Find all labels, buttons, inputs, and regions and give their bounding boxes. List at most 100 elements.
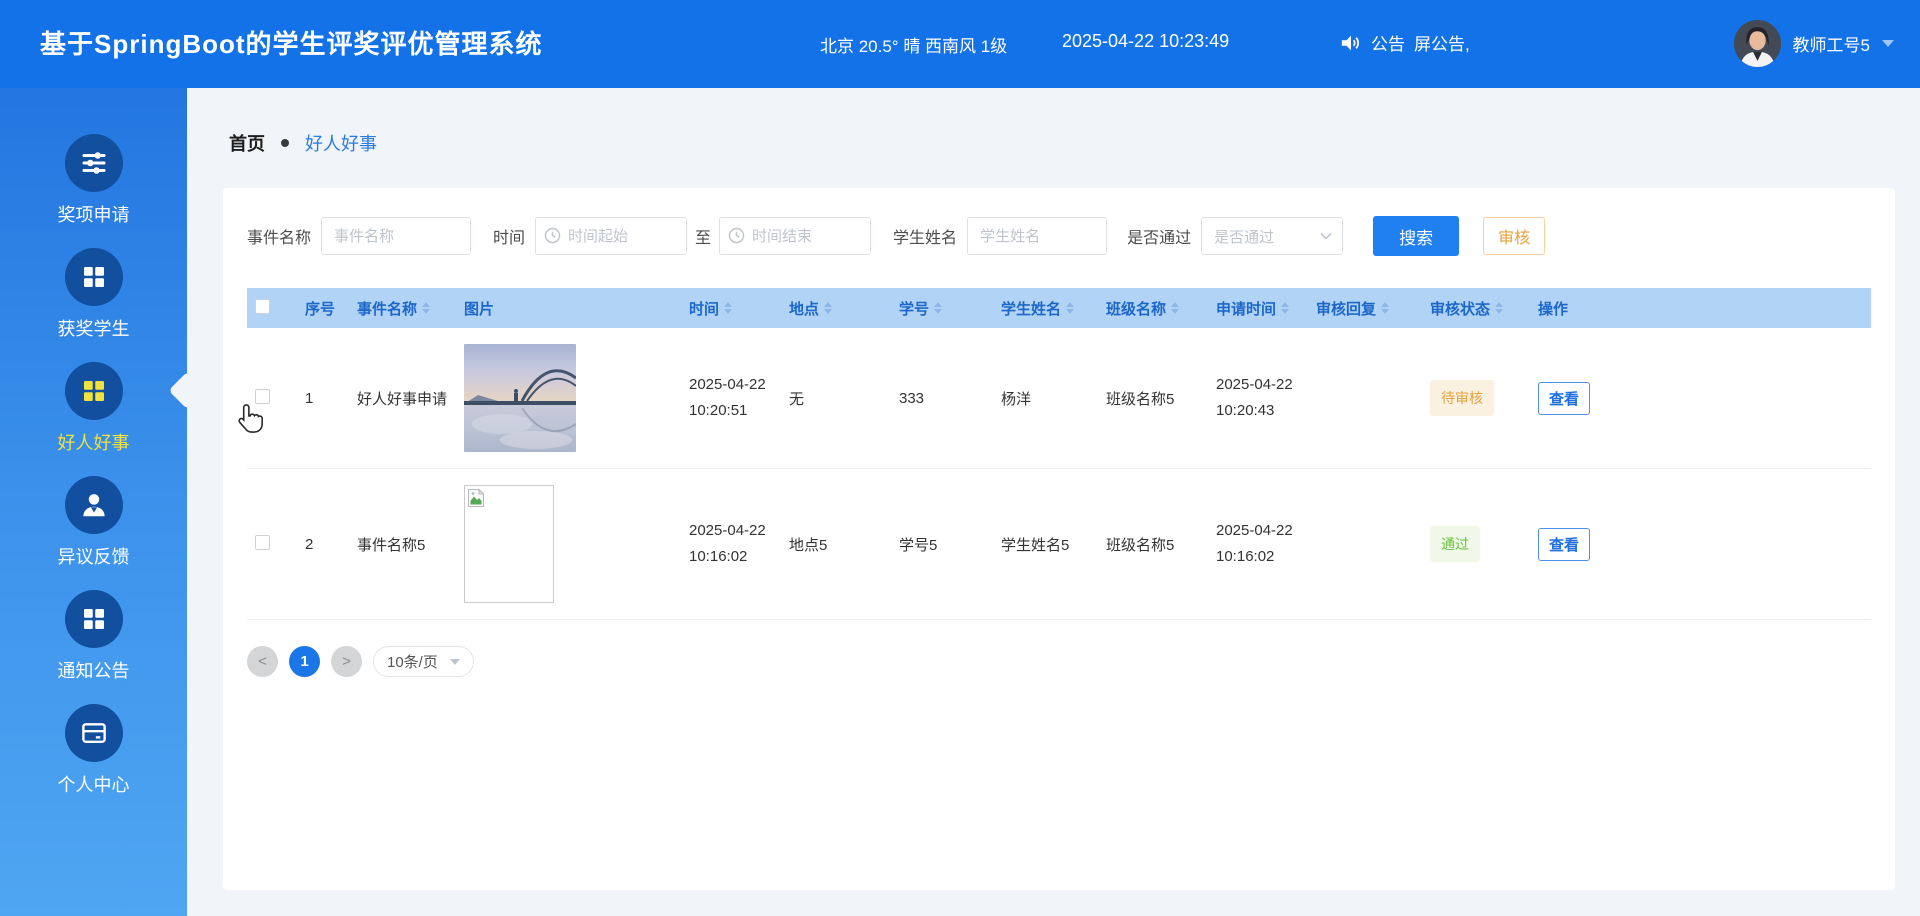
- cell-event-name: 事件名称5: [349, 468, 456, 620]
- select-all-header: [247, 288, 297, 328]
- table-row: 1 好人好事申请 2025-04-22 10:20:51 无 333 杨洋 班级名称5 202…: [247, 328, 1871, 469]
- pagination: < 1 > 10条/页: [247, 646, 1895, 677]
- column-label: 事件名称: [357, 300, 418, 318]
- column-header-location[interactable]: 地点: [781, 288, 891, 328]
- sidebar-item-label: 好人好事: [57, 433, 130, 453]
- user-icon: [64, 476, 123, 534]
- sort-carets-icon[interactable]: [1381, 298, 1390, 318]
- sidebar-item-个人中心[interactable]: 个人中心: [0, 704, 187, 797]
- grid-icon: [64, 248, 123, 306]
- sort-carets-icon[interactable]: [724, 298, 733, 318]
- announce-label: 公告: [1371, 35, 1405, 54]
- page-size-select[interactable]: 10条/页: [373, 646, 474, 677]
- grid-icon: [64, 590, 123, 648]
- sidebar-item-获奖学生[interactable]: 获奖学生: [0, 248, 187, 341]
- sidebar-item-label: 奖项申请: [57, 205, 130, 225]
- sort-carets-icon[interactable]: [1495, 298, 1504, 318]
- row-checkbox[interactable]: [255, 534, 270, 550]
- cell-student-no: 333: [891, 328, 993, 469]
- review-button[interactable]: 审核: [1483, 217, 1546, 255]
- view-button[interactable]: 查看: [1538, 527, 1590, 561]
- avatar[interactable]: [1733, 20, 1781, 67]
- cell-class-name: 班级名称5: [1098, 328, 1208, 469]
- cell-location: 无: [781, 328, 891, 469]
- chevron-down-icon: [1320, 232, 1332, 240]
- prev-page-button[interactable]: <: [247, 646, 278, 677]
- sort-carets-icon[interactable]: [1281, 298, 1290, 318]
- cell-event-name: 好人好事申请: [349, 328, 456, 469]
- cell-review-reply: [1308, 328, 1422, 469]
- cell-index: 2: [297, 468, 349, 620]
- row-checkbox[interactable]: [255, 388, 270, 404]
- table-header-row: 序号 事件名称 图片 时间 地点 学号 学生姓名 班级名称 申请时间 审核回复 审核状态 操作: [247, 288, 1871, 328]
- column-label: 申请时间: [1216, 300, 1277, 318]
- sidebar-item-异议反馈[interactable]: 异议反馈: [0, 476, 187, 569]
- cell-time: 2025-04-22 10:20:51: [681, 328, 781, 469]
- next-page-button[interactable]: >: [331, 646, 362, 677]
- weather-info: 北京 20.5° 晴 西南风 1级: [820, 37, 1008, 56]
- page-1-button[interactable]: 1: [289, 646, 320, 677]
- column-label: 审核回复: [1316, 300, 1377, 318]
- breadcrumb-current[interactable]: 好人好事: [305, 130, 377, 156]
- table-body: 1 好人好事申请 2025-04-22 10:20:51 无 333 杨洋 班级名称5 202…: [247, 328, 1871, 620]
- cell-index: 1: [297, 328, 349, 469]
- status-badge: 通过: [1430, 526, 1480, 562]
- top-header: 基于SpringBoot的学生评奖评优管理系统 北京 20.5° 晴 西南风 1…: [0, 0, 1920, 88]
- cell-time: 2025-04-22 10:16:02: [681, 468, 781, 620]
- sort-carets-icon[interactable]: [422, 298, 431, 318]
- column-header-apply-time[interactable]: 申请时间: [1208, 288, 1308, 328]
- username: 教师工号5: [1792, 36, 1870, 55]
- cell-student-no: 学号5: [891, 468, 993, 620]
- speaker-icon: [1341, 35, 1359, 50]
- sort-carets-icon[interactable]: [1171, 298, 1180, 318]
- event-photo[interactable]: [464, 344, 576, 452]
- column-header-event-name[interactable]: 事件名称: [349, 288, 456, 328]
- cell-image: [456, 468, 681, 620]
- column-header-index: 序号: [297, 288, 349, 328]
- sidebar-item-奖项申请[interactable]: 奖项申请: [0, 134, 187, 227]
- sort-carets-icon[interactable]: [1066, 298, 1075, 318]
- student-name-input[interactable]: [967, 217, 1108, 255]
- sidebar-item-好人好事[interactable]: 好人好事: [0, 362, 187, 455]
- app-title: 基于SpringBoot的学生评奖评优管理系统: [40, 29, 543, 59]
- view-button[interactable]: 查看: [1538, 381, 1590, 415]
- broken-image-icon: [468, 488, 485, 507]
- time-label: 时间: [493, 230, 526, 247]
- sidebar-item-label: 异议反馈: [57, 547, 130, 567]
- filter-bar: 事件名称 时间 至 学生姓名 是否通过 是: [223, 188, 1895, 256]
- sidebar-item-label: 个人中心: [57, 775, 130, 795]
- column-header-review-reply[interactable]: 审核回复: [1308, 288, 1422, 328]
- sort-carets-icon[interactable]: [934, 298, 943, 318]
- breadcrumb-home[interactable]: 首页: [229, 130, 265, 156]
- column-header-student-name[interactable]: 学生姓名: [993, 288, 1098, 328]
- table-row: 2 事件名称5 2025-04-22 10:16:02 地点5 学号5 学生姓名5 班级名称…: [247, 468, 1871, 620]
- column-header-student-no[interactable]: 学号: [891, 288, 993, 328]
- column-header-review-status[interactable]: 审核状态: [1422, 288, 1530, 328]
- column-label: 审核状态: [1430, 300, 1491, 318]
- user-menu[interactable]: 教师工号5: [1733, 20, 1894, 67]
- column-label: 操作: [1538, 300, 1569, 318]
- pass-select-placeholder: 是否通过: [1214, 228, 1275, 246]
- grid-icon: [64, 362, 123, 420]
- column-header-action: 操作: [1530, 288, 1871, 328]
- cell-apply-time: 2025-04-22 10:16:02: [1208, 468, 1308, 620]
- status-badge: 待审核: [1430, 380, 1494, 416]
- cell-class-name: 班级名称5: [1098, 468, 1208, 620]
- broken-image-placeholder: [464, 485, 554, 603]
- announce-marquee-text: 屏公告,: [1414, 35, 1470, 54]
- column-header-class-name[interactable]: 班级名称: [1098, 288, 1208, 328]
- column-label: 学生姓名: [1001, 300, 1062, 318]
- event-name-input[interactable]: [321, 217, 472, 255]
- datetime: 2025-04-22 10:23:49: [1062, 31, 1230, 51]
- clock-icon: [728, 227, 745, 244]
- event-name-label: 事件名称: [247, 230, 312, 247]
- column-label: 班级名称: [1106, 300, 1167, 318]
- sort-carets-icon[interactable]: [824, 298, 833, 318]
- pass-select[interactable]: 是否通过: [1201, 217, 1344, 255]
- select-all-checkbox[interactable]: [255, 298, 270, 314]
- sliders-icon: [64, 134, 123, 192]
- column-header-time[interactable]: 时间: [681, 288, 781, 328]
- clock-icon: [544, 227, 561, 244]
- search-button[interactable]: 搜索: [1373, 216, 1460, 256]
- sidebar-item-通知公告[interactable]: 通知公告: [0, 590, 187, 683]
